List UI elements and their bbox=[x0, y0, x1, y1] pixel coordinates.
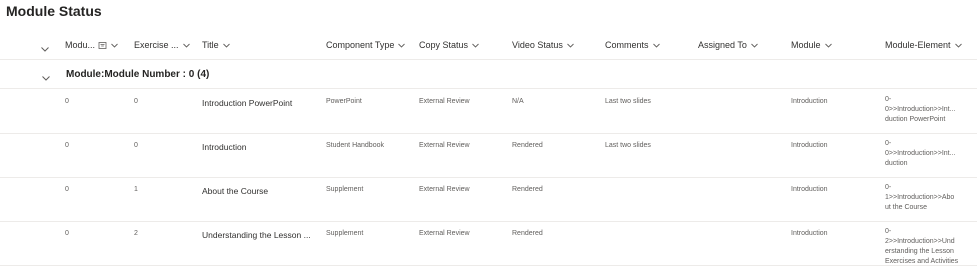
cell-module-number: 0 bbox=[65, 230, 69, 237]
cell-module: Introduction bbox=[791, 186, 828, 193]
column-header-label: Title bbox=[202, 40, 219, 50]
cell-comments: Last two slides bbox=[605, 98, 651, 105]
module-element-line: ut the Course bbox=[885, 204, 928, 211]
column-header-module-element[interactable]: Module-Element bbox=[885, 40, 963, 50]
cell-video-status: N/A bbox=[512, 98, 524, 105]
cell-module-number: 0 bbox=[65, 98, 69, 105]
cell-module-number: 0 bbox=[65, 142, 69, 149]
column-header-module[interactable]: Module bbox=[791, 40, 833, 50]
cell-module-number: 0 bbox=[65, 186, 69, 193]
cell-exercise: 0 bbox=[134, 142, 138, 149]
module-element-line: 0- bbox=[885, 140, 892, 147]
cell-module-element: 0- 2>>Introduction>>Und erstanding the L… bbox=[885, 227, 969, 267]
column-header-module-number[interactable]: Modu... bbox=[65, 40, 119, 50]
cell-copy-status: External Review bbox=[419, 230, 470, 237]
cell-title[interactable]: About the Course bbox=[202, 186, 268, 196]
cell-video-status: Rendered bbox=[512, 142, 543, 149]
cell-module: Introduction bbox=[791, 98, 828, 105]
module-element-line: duction bbox=[885, 160, 908, 167]
column-header-component-type[interactable]: Component Type bbox=[326, 40, 406, 50]
column-header-assigned-to[interactable]: Assigned To bbox=[698, 40, 759, 50]
column-header-title[interactable]: Title bbox=[202, 40, 231, 50]
table-row[interactable]: 0 0 Introduction Student Handbook Extern… bbox=[0, 133, 977, 178]
module-element-line: 2>>Introduction>>Und bbox=[885, 238, 955, 245]
cell-module: Introduction bbox=[791, 142, 828, 149]
cell-module-element: 0- 1>>Introduction>>Abo ut the Course bbox=[885, 183, 969, 213]
filter-icon bbox=[98, 41, 107, 50]
chevron-down-icon bbox=[182, 41, 191, 50]
chevron-down-icon bbox=[110, 41, 119, 50]
cell-video-status: Rendered bbox=[512, 186, 543, 193]
table-row[interactable]: 0 1 About the Course Supplement External… bbox=[0, 177, 977, 222]
column-header-label: Module bbox=[791, 40, 821, 50]
group-collapse-chevron-icon[interactable] bbox=[41, 70, 51, 81]
group-label: Module:Module Number : 0 (4) bbox=[66, 69, 210, 80]
column-header-label: Exercise ... bbox=[134, 40, 179, 50]
group-header[interactable]: Module:Module Number : 0 (4) bbox=[0, 62, 977, 89]
cell-exercise: 2 bbox=[134, 230, 138, 237]
module-element-line: 0>>Introduction>>Int... bbox=[885, 106, 956, 113]
table-row[interactable]: 0 2 Understanding the Lesson ... Supplem… bbox=[0, 221, 977, 266]
chevron-down-icon bbox=[954, 41, 963, 50]
cell-video-status: Rendered bbox=[512, 230, 543, 237]
cell-module: Introduction bbox=[791, 230, 828, 237]
module-element-line: 0>>Introduction>>Int... bbox=[885, 150, 956, 157]
column-header-label: Component Type bbox=[326, 40, 395, 50]
cell-module-element: 0- 0>>Introduction>>Int... duction bbox=[885, 139, 969, 169]
chevron-down-icon bbox=[750, 41, 759, 50]
cell-copy-status: External Review bbox=[419, 186, 470, 193]
cell-exercise: 1 bbox=[134, 186, 138, 193]
cell-component-type: Supplement bbox=[326, 186, 364, 193]
chevron-down-icon bbox=[397, 41, 406, 50]
chevron-down-icon bbox=[652, 41, 661, 50]
module-element-line: erstanding the Lesson bbox=[885, 248, 954, 255]
column-header-label: Module-Element bbox=[885, 40, 951, 50]
column-header-label: Copy Status bbox=[419, 40, 469, 50]
cell-comments: Last two slides bbox=[605, 142, 651, 149]
module-element-line: 0- bbox=[885, 228, 892, 235]
cell-component-type: Student Handbook bbox=[326, 142, 384, 149]
cell-component-type: PowerPoint bbox=[326, 98, 362, 105]
column-header-label: Comments bbox=[605, 40, 649, 50]
module-element-line: Exercises and Activities bbox=[885, 258, 959, 265]
cell-component-type: Supplement bbox=[326, 230, 364, 237]
chevron-down-icon bbox=[222, 41, 231, 50]
column-header-label: Assigned To bbox=[698, 40, 747, 50]
cell-title[interactable]: Introduction PowerPoint bbox=[202, 98, 292, 108]
chevron-down-icon bbox=[824, 41, 833, 50]
column-header-label: Modu... bbox=[65, 40, 96, 50]
cell-title[interactable]: Understanding the Lesson ... bbox=[202, 230, 311, 240]
column-header-label: Video Status bbox=[512, 40, 563, 50]
cell-copy-status: External Review bbox=[419, 98, 470, 105]
column-header-comments[interactable]: Comments bbox=[605, 40, 661, 50]
module-element-line: 0- bbox=[885, 184, 892, 191]
chevron-down-icon bbox=[471, 41, 480, 50]
page-title: Module Status bbox=[6, 3, 102, 19]
column-header-row: Modu... Exercise ... Title Component Typ… bbox=[0, 37, 977, 60]
column-header-video-status[interactable]: Video Status bbox=[512, 40, 575, 50]
cell-exercise: 0 bbox=[134, 98, 138, 105]
column-header-exercise[interactable]: Exercise ... bbox=[134, 40, 191, 50]
module-element-line: 1>>Introduction>>Abo bbox=[885, 194, 955, 201]
cell-module-element: 0- 0>>Introduction>>Int... duction Power… bbox=[885, 95, 969, 125]
cell-title[interactable]: Introduction bbox=[202, 142, 246, 152]
module-element-line: duction PowerPoint bbox=[885, 116, 946, 123]
table-row[interactable]: 0 0 Introduction PowerPoint PowerPoint E… bbox=[0, 89, 977, 134]
cell-copy-status: External Review bbox=[419, 142, 470, 149]
chevron-down-icon bbox=[566, 41, 575, 50]
module-element-line: 0- bbox=[885, 96, 892, 103]
column-header-copy-status[interactable]: Copy Status bbox=[419, 40, 480, 50]
